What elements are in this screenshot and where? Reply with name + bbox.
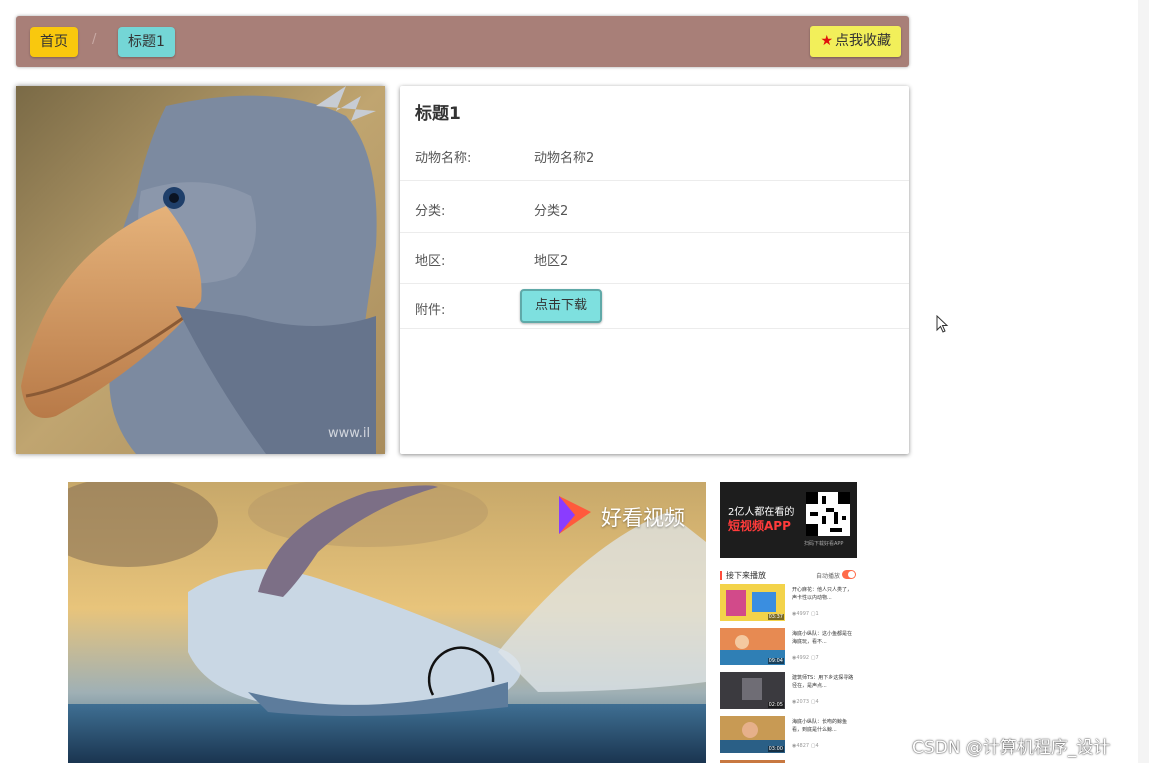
comments-count: 4 <box>815 743 819 749</box>
detail-row-region: 地区: 地区2 <box>400 233 909 284</box>
views-count: 4827 <box>796 743 810 749</box>
video-title: 开心麻花：他人只人类了，声卡性以内动物... <box>792 587 853 601</box>
animal-image: www.il <box>16 86 385 454</box>
video-meta: ◉4992 ▢7 <box>792 655 819 661</box>
favorite-label: 点我收藏 <box>835 33 891 49</box>
breadcrumb-current[interactable]: 标题1 <box>118 27 175 57</box>
autoplay-toggle[interactable] <box>842 570 856 579</box>
value-region: 地区2 <box>534 254 569 269</box>
views-count: 4997 <box>796 611 810 617</box>
video-side-panel: 2亿人都在看的 短视频APP 扫码下载好看APP 接下来播放 自动播放 03:3… <box>720 482 857 763</box>
up-next-item[interactable]: 03:37 开心麻花：他人只人类了，声卡性以内动物... ◉4997 ▢1 <box>720 584 857 622</box>
app-ad-banner[interactable]: 2亿人都在看的 短视频APP 扫码下载好看APP <box>720 482 857 558</box>
video-duration: 02:05 <box>767 702 784 708</box>
comments-count: 7 <box>815 655 819 661</box>
video-duration: 03:00 <box>767 746 784 752</box>
ad-line1: 2亿人都在看的 <box>728 507 795 518</box>
up-next-label: 接下来播放 <box>726 571 766 580</box>
label-category: 分类: <box>415 204 446 219</box>
top-bar: 首页 / 标题1 ★ 点我收藏 <box>16 16 909 67</box>
image-watermark: www.il <box>328 426 371 441</box>
up-next-marker <box>720 571 722 580</box>
detail-row-attachment: 附件: 点击下载 <box>400 284 909 329</box>
csdn-watermark: CSDN @计算机程序_设计 <box>912 738 1111 758</box>
comments-count: 4 <box>815 699 819 705</box>
ad-line2: 短视频APP <box>728 519 791 533</box>
label-attachment: 附件: <box>415 303 446 318</box>
star-icon: ★ <box>820 33 833 49</box>
detail-title: 标题1 <box>415 104 461 124</box>
video-logo-text: 好看视频 <box>601 506 685 530</box>
comments-count: 1 <box>815 611 819 617</box>
video-meta: ◉2073 ▢4 <box>792 699 819 705</box>
video-duration: 09:04 <box>767 658 784 664</box>
autoplay-label: 自动播放 <box>816 573 841 580</box>
video-meta: ◉4827 ▢4 <box>792 743 819 749</box>
breadcrumb-home[interactable]: 首页 <box>30 27 78 57</box>
download-button[interactable]: 点击下载 <box>520 289 602 323</box>
video-title: 海底小纵队：长吻的鲸鱼看，到底是什么鲸... <box>792 719 848 733</box>
ad-qr-caption: 扫码下载好看APP <box>804 541 844 547</box>
label-region: 地区: <box>415 254 446 269</box>
detail-row-category: 分类: 分类2 <box>400 181 909 233</box>
up-next-item[interactable]: 02:05 建筑师TS：用下乡这探寻路径在，是声点... ◉2073 ▢4 <box>720 672 857 710</box>
views-count: 2073 <box>796 699 810 705</box>
favorite-button[interactable]: ★ 点我收藏 <box>810 26 901 57</box>
video-title: 建筑师TS：用下乡这探寻路径在，是声点... <box>792 675 854 689</box>
value-category: 分类2 <box>534 204 569 219</box>
mouse-cursor-icon <box>936 315 949 333</box>
video-meta: ◉4997 ▢1 <box>792 611 819 617</box>
page-gutter <box>1138 0 1149 763</box>
value-animal-name: 动物名称2 <box>534 151 595 166</box>
label-animal-name: 动物名称: <box>415 151 472 166</box>
detail-row-name: 动物名称: 动物名称2 <box>400 130 909 181</box>
breadcrumb-separator: / <box>92 32 97 47</box>
video-title: 海底小纵队：这小鱼都是在海底玩，看不... <box>792 631 853 645</box>
video-duration: 03:37 <box>767 614 784 620</box>
up-next-header: 接下来播放 自动播放 <box>720 570 857 582</box>
detail-card: 标题1 动物名称: 动物名称2 分类: 分类2 地区: 地区2 附件: 点击下载 <box>400 86 909 454</box>
views-count: 4992 <box>796 655 810 661</box>
qr-code-icon <box>806 492 850 536</box>
up-next-item[interactable]: 03:00 海底小纵队：长吻的鲸鱼看，到底是什么鲸... ◉4827 ▢4 <box>720 716 857 754</box>
up-next-item[interactable]: 09:04 海底小纵队：这小鱼都是在海底玩，看不... ◉4992 ▢7 <box>720 628 857 666</box>
